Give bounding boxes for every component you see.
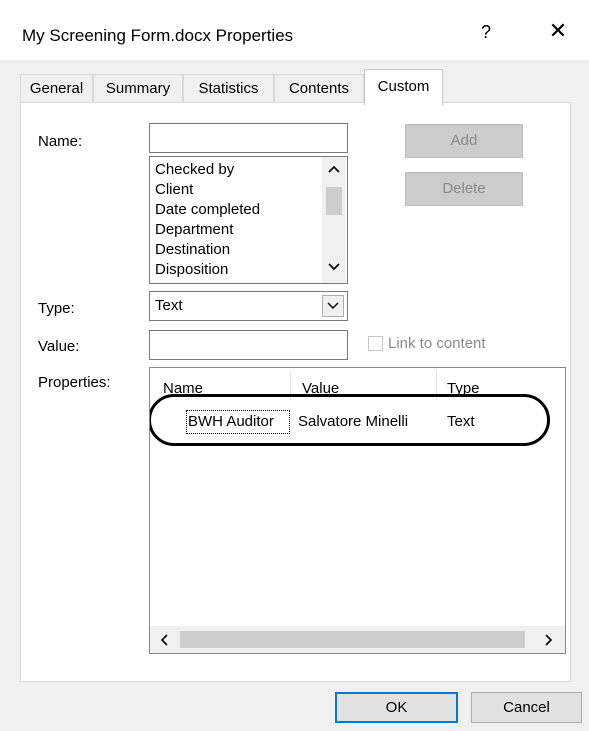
properties-label: Properties: xyxy=(38,374,111,391)
window-title: My Screening Form.docx Properties xyxy=(22,26,294,45)
chevron-up-icon[interactable] xyxy=(328,165,340,173)
list-item[interactable]: Department xyxy=(155,220,233,240)
scroll-thumb[interactable] xyxy=(326,187,342,215)
ok-button[interactable]: OK xyxy=(335,692,458,723)
type-select-value: Text xyxy=(155,297,183,314)
chevron-down-icon xyxy=(327,302,339,309)
tab-general[interactable]: General xyxy=(20,74,93,102)
scroll-thumb[interactable] xyxy=(180,631,525,648)
horizontal-scrollbar[interactable] xyxy=(150,626,565,653)
list-item[interactable]: Destination xyxy=(155,240,230,260)
list-item[interactable]: Client xyxy=(155,180,193,200)
tab-statistics[interactable]: Statistics xyxy=(183,74,274,102)
name-input[interactable] xyxy=(149,123,348,153)
tab-custom[interactable]: Custom xyxy=(364,69,443,105)
properties-list[interactable]: Name Value Type BWH Auditor Salvatore Mi… xyxy=(149,367,566,654)
name-label: Name: xyxy=(38,133,83,150)
close-button[interactable]: ✕ xyxy=(546,18,570,44)
add-button[interactable]: Add xyxy=(405,124,523,158)
chevron-left-icon[interactable] xyxy=(160,634,168,646)
value-label: Value: xyxy=(38,338,80,355)
list-item[interactable]: Date completed xyxy=(155,200,260,220)
name-options-list[interactable]: Checked by Client Date completed Departm… xyxy=(149,156,348,284)
tab-summary[interactable]: Summary xyxy=(93,74,183,102)
type-label: Type: xyxy=(38,300,75,317)
tab-contents[interactable]: Contents xyxy=(274,74,364,102)
chevron-down-icon[interactable] xyxy=(328,263,340,271)
chevron-right-icon[interactable] xyxy=(545,634,553,646)
link-to-content-label: Link to content xyxy=(388,335,486,352)
list-vertical-scrollbar[interactable] xyxy=(322,157,346,283)
delete-button[interactable]: Delete xyxy=(405,172,523,206)
list-item[interactable]: Disposition xyxy=(155,260,228,280)
annotation-oval xyxy=(150,394,550,446)
value-input[interactable] xyxy=(149,330,348,360)
link-to-content-checkbox[interactable] xyxy=(368,336,383,351)
list-item[interactable]: Checked by xyxy=(155,160,234,180)
help-button[interactable]: ? xyxy=(476,22,496,43)
type-select[interactable]: Text xyxy=(149,291,348,321)
cancel-button[interactable]: Cancel xyxy=(471,692,582,723)
type-dropdown-button[interactable] xyxy=(322,295,344,317)
